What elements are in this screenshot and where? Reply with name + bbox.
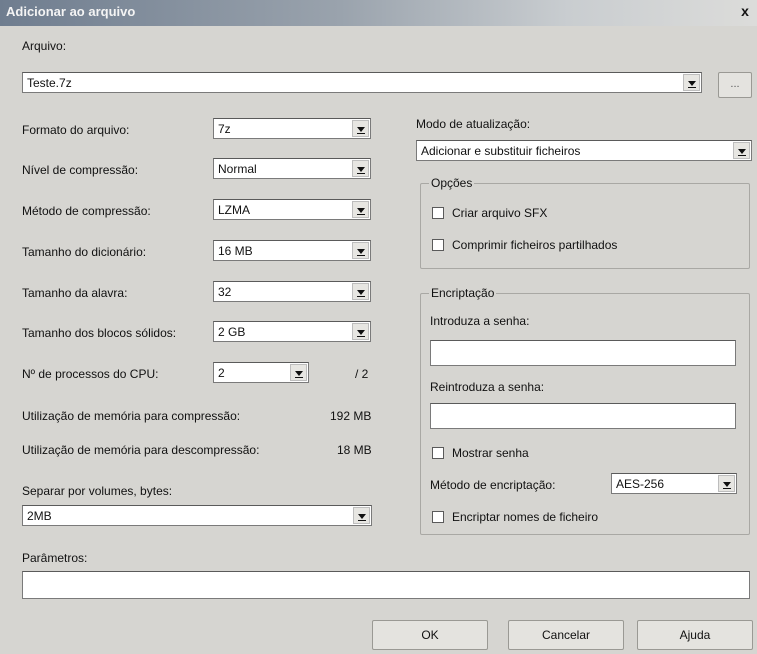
repeat-password-label: Reintroduza a senha:: [430, 380, 545, 394]
title-bar: Adicionar ao arquivo x: [0, 0, 757, 26]
format-label: Formato do arquivo:: [22, 123, 130, 137]
add-to-archive-dialog: Adicionar ao arquivo x Arquivo: Teste.7z…: [0, 0, 757, 654]
word-value: 32: [218, 285, 232, 299]
cancel-button[interactable]: Cancelar: [508, 620, 624, 650]
mem-comp-value: 192 MB: [330, 409, 372, 423]
dict-value: 16 MB: [218, 244, 253, 258]
chevron-down-icon[interactable]: [683, 74, 700, 91]
password-input[interactable]: [430, 340, 736, 366]
password-label: Introduza a senha:: [430, 314, 530, 328]
cpu-label: Nº de processos do CPU:: [22, 367, 159, 381]
ok-button[interactable]: OK: [372, 620, 488, 650]
word-combobox[interactable]: 32: [213, 281, 371, 302]
solid-label: Tamanho dos blocos sólidos:: [22, 326, 177, 340]
level-value: Normal: [218, 162, 257, 176]
chevron-down-icon[interactable]: [352, 283, 369, 300]
archive-value: Teste.7z: [27, 76, 72, 90]
browse-button[interactable]: ...: [718, 72, 752, 98]
mem-decomp-value: 18 MB: [337, 443, 372, 457]
window-title: Adicionar ao arquivo: [6, 4, 136, 19]
volumes-combobox[interactable]: 2MB: [22, 505, 372, 526]
dict-label: Tamanho do dicionário:: [22, 245, 147, 259]
show-password-label: Mostrar senha: [452, 446, 529, 460]
sfx-checkbox[interactable]: [432, 207, 444, 219]
show-password-checkbox[interactable]: [432, 447, 444, 459]
format-combobox[interactable]: 7z: [213, 118, 371, 139]
dict-combobox[interactable]: 16 MB: [213, 240, 371, 261]
encryption-method-value: AES-256: [616, 477, 665, 491]
sfx-label: Criar arquivo SFX: [452, 206, 548, 220]
shared-label: Comprimir ficheiros partilhados: [452, 238, 618, 252]
chevron-down-icon[interactable]: [352, 323, 369, 340]
solid-value: 2 GB: [218, 325, 246, 339]
cpu-value: 2: [218, 366, 225, 380]
mem-comp-label: Utilização de memória para compressão:: [22, 409, 241, 423]
update-value: Adicionar e substituir ficheiros: [421, 144, 581, 158]
method-label: Método de compressão:: [22, 204, 151, 218]
chevron-down-icon[interactable]: [352, 201, 369, 218]
encrypt-names-checkbox[interactable]: [432, 511, 444, 523]
chevron-down-icon[interactable]: [352, 120, 369, 137]
update-combobox[interactable]: Adicionar e substituir ficheiros: [416, 140, 752, 161]
chevron-down-icon[interactable]: [353, 507, 370, 524]
level-combobox[interactable]: Normal: [213, 158, 371, 179]
chevron-down-icon[interactable]: [733, 142, 750, 159]
encryption-title: Encriptação: [429, 286, 497, 300]
method-combobox[interactable]: LZMA: [213, 199, 371, 220]
close-button[interactable]: x: [737, 2, 753, 20]
encryption-method-combobox[interactable]: AES-256: [611, 473, 737, 494]
cpu-combobox[interactable]: 2: [213, 362, 309, 383]
volumes-label: Separar por volumes, bytes:: [22, 484, 173, 498]
archive-label: Arquivo:: [22, 39, 67, 53]
chevron-down-icon[interactable]: [718, 475, 735, 492]
word-label: Tamanho da alavra:: [22, 286, 128, 300]
update-label: Modo de atualização:: [416, 117, 531, 131]
level-label: Nível de compressão:: [22, 163, 139, 177]
help-button[interactable]: Ajuda: [637, 620, 753, 650]
params-input[interactable]: [22, 571, 750, 599]
chevron-down-icon[interactable]: [352, 242, 369, 259]
shared-checkbox[interactable]: [432, 239, 444, 251]
chevron-down-icon[interactable]: [352, 160, 369, 177]
repeat-password-input[interactable]: [430, 403, 736, 429]
params-label: Parâmetros:: [22, 551, 88, 565]
chevron-down-icon[interactable]: [290, 364, 307, 381]
solid-combobox[interactable]: 2 GB: [213, 321, 371, 342]
mem-decomp-label: Utilização de memória para descompressão…: [22, 443, 260, 457]
options-group: Opções: [420, 176, 750, 269]
options-title: Opções: [429, 176, 475, 190]
cpu-max: / 2: [355, 367, 369, 381]
format-value: 7z: [218, 122, 231, 136]
volumes-value: 2MB: [27, 509, 52, 523]
method-value: LZMA: [218, 203, 251, 217]
encrypt-names-label: Encriptar nomes de ficheiro: [452, 510, 599, 524]
encryption-method-label: Método de encriptação:: [430, 478, 556, 492]
archive-combobox[interactable]: Teste.7z: [22, 72, 702, 93]
